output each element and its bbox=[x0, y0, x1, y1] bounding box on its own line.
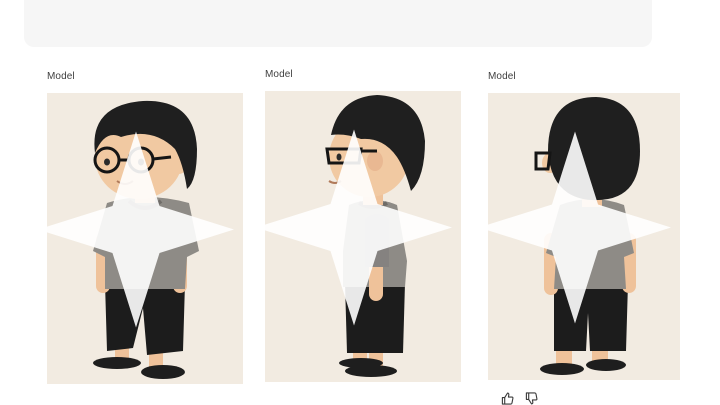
panel-label-side: Model bbox=[265, 69, 293, 80]
feedback-bar bbox=[500, 392, 538, 405]
model-image-side[interactable] bbox=[265, 91, 461, 382]
sparkle-icon bbox=[488, 131, 671, 324]
panel-label-front: Model bbox=[47, 71, 75, 82]
sparkle-icon bbox=[265, 129, 452, 326]
sparkle-icon bbox=[47, 131, 234, 328]
thumbs-up-button[interactable] bbox=[500, 392, 514, 405]
panel-label-back: Model bbox=[488, 71, 516, 82]
prompt-area[interactable] bbox=[24, 0, 652, 47]
thumbs-down-icon bbox=[525, 392, 537, 405]
thumbs-up-icon bbox=[501, 392, 513, 405]
model-image-back[interactable] bbox=[488, 93, 680, 380]
thumbs-down-button[interactable] bbox=[524, 392, 538, 405]
model-image-front[interactable] bbox=[47, 93, 243, 384]
